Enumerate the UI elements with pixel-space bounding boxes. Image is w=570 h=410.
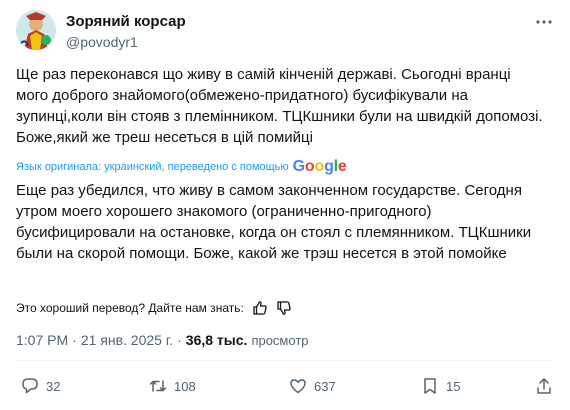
translation-feedback: Это хороший перевод? Дайте нам знать: xyxy=(16,298,292,318)
more-options-icon[interactable] xyxy=(534,12,554,32)
repost-icon xyxy=(149,380,167,392)
repost-button[interactable]: 108 xyxy=(148,376,196,396)
views-count: 36,8 тыс. xyxy=(185,332,248,348)
like-button[interactable]: 637 xyxy=(288,376,336,396)
share-button[interactable] xyxy=(534,376,554,396)
views-label: просмотр xyxy=(251,332,309,348)
reply-button[interactable]: 32 xyxy=(20,376,60,396)
feedback-prompt: Это хороший перевод? Дайте нам знать: xyxy=(16,301,244,315)
google-logo: Google xyxy=(292,158,347,175)
action-bar: 32 108 637 15 xyxy=(16,372,554,400)
meta-separator: · xyxy=(177,332,182,348)
author-info: Зоряний корсар @povodyr1 xyxy=(66,12,186,51)
tweet-original-text: Ще раз переконався що живу в самій кінче… xyxy=(16,66,543,146)
author-handle[interactable]: @povodyr1 xyxy=(66,33,186,51)
bookmark-count: 15 xyxy=(446,378,461,394)
thumbs-up-icon[interactable] xyxy=(252,300,268,316)
translation-note: Язык оригинала: украинский, переведено с… xyxy=(16,158,347,176)
tweet-translated-text: Еще раз убедился, что живу в самом закон… xyxy=(16,182,532,262)
repost-count: 108 xyxy=(174,378,196,394)
avatar-illustration-icon xyxy=(16,10,56,50)
thumbs-down-icon[interactable] xyxy=(276,300,292,316)
translation-note-text: Язык оригинала: украинский, переведено с… xyxy=(16,161,289,173)
reply-count: 32 xyxy=(46,378,61,394)
tweet-header: Зоряний корсар @povodyr1 xyxy=(16,10,554,58)
bookmark-button[interactable]: 15 xyxy=(420,376,460,396)
tweet-time[interactable]: 1:07 PM xyxy=(16,332,68,348)
author-avatar[interactable] xyxy=(16,10,56,50)
tweet-date[interactable]: 21 янв. 2025 г. xyxy=(81,332,173,348)
like-count: 637 xyxy=(314,378,336,394)
reply-icon xyxy=(22,378,38,394)
tweet-meta: 1:07 PM · 21 янв. 2025 г. · 36,8 тыс. пр… xyxy=(16,330,309,350)
share-icon xyxy=(537,378,551,394)
author-display-name[interactable]: Зоряний корсар xyxy=(66,12,186,31)
bookmark-icon xyxy=(424,378,436,394)
meta-separator: · xyxy=(72,332,77,348)
heart-icon xyxy=(290,379,306,394)
divider xyxy=(16,360,554,361)
